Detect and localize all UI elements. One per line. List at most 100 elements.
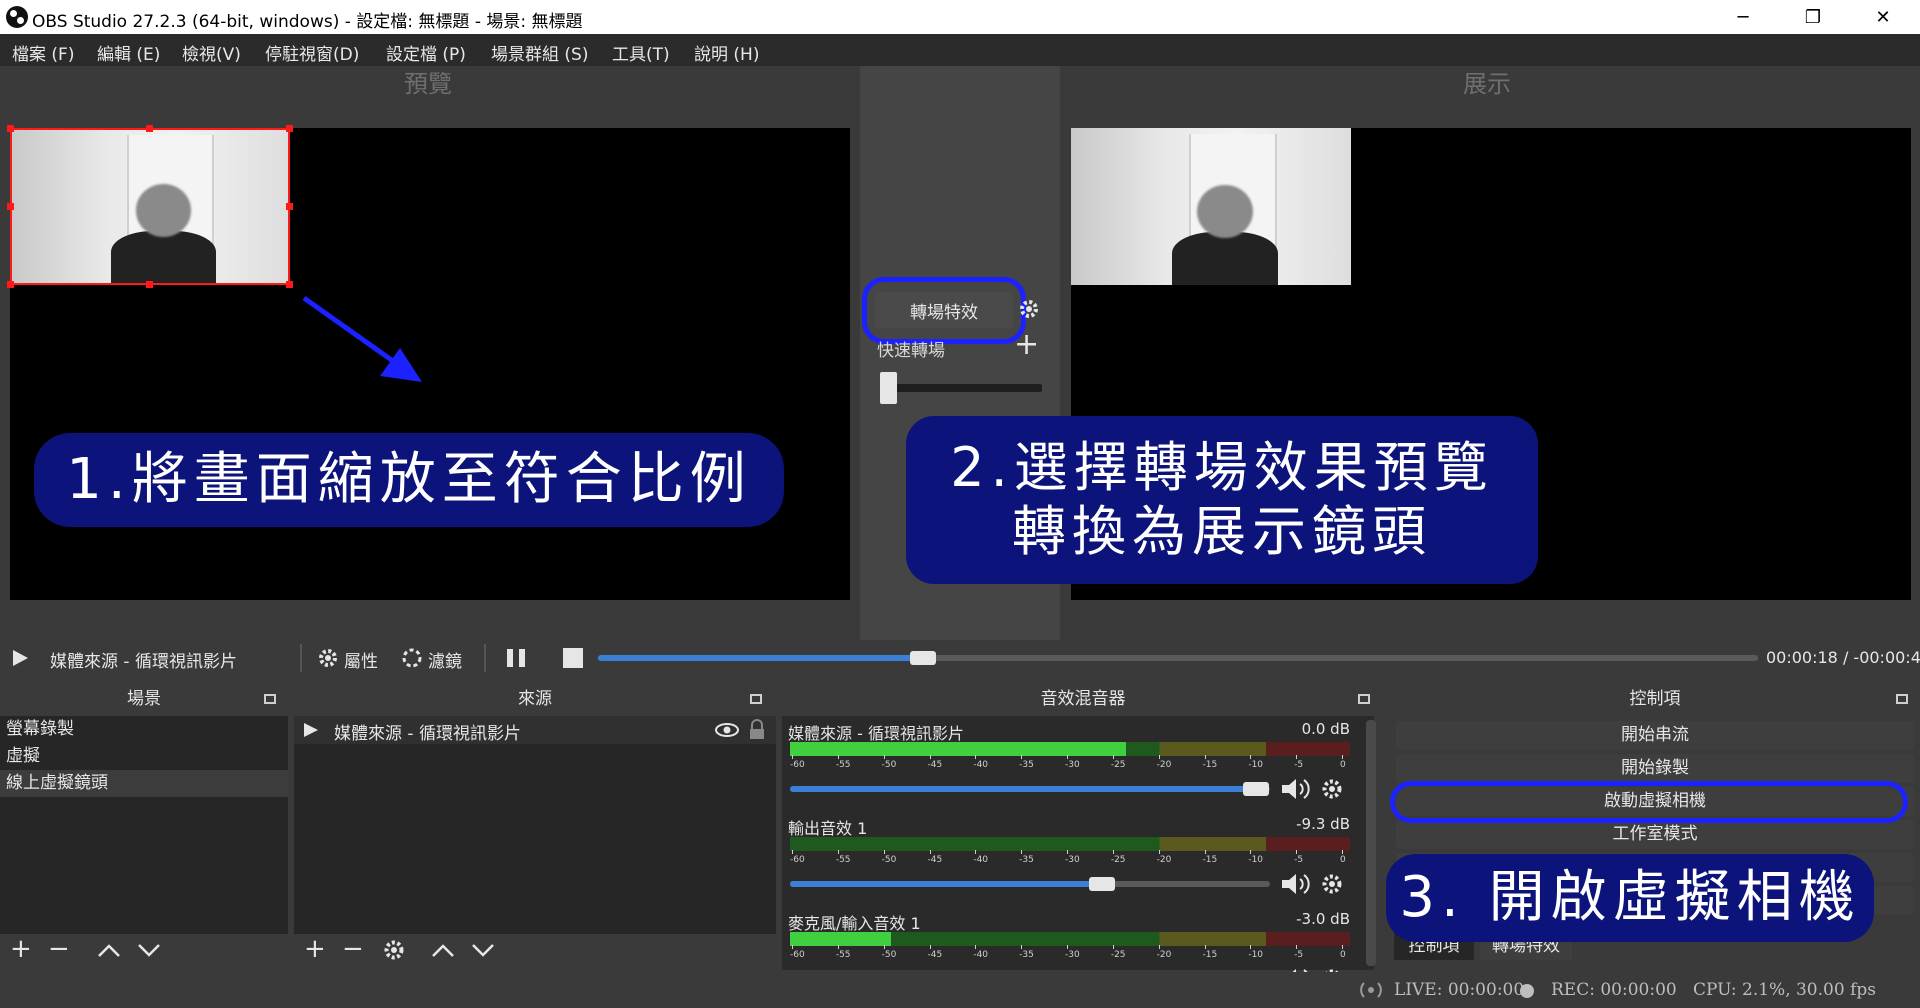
- scene-item-selected[interactable]: 線上虛擬鏡頭: [0, 770, 288, 797]
- db-scale: -60 -55 -50 -45 -40 -35 -30 -25 -20 -15 -10 -5 0: [790, 945, 1350, 962]
- undock-icon[interactable]: [1358, 694, 1370, 704]
- move-down-icon[interactable]: [136, 942, 162, 958]
- remove-source-button[interactable]: −: [342, 934, 364, 964]
- selection-box[interactable]: [10, 128, 290, 285]
- volume-slider-fill: [790, 786, 1256, 792]
- studio-mode-button[interactable]: 工作室模式: [1396, 820, 1914, 849]
- sources-title: 來源: [294, 684, 776, 714]
- menu-profile[interactable]: 設定檔 (P): [386, 40, 466, 65]
- preview-label: 預覽: [404, 70, 452, 98]
- move-down-icon[interactable]: [470, 942, 496, 958]
- db-scale-tick: [1158, 850, 1160, 854]
- db-scale-tick: [883, 850, 885, 854]
- menu-view[interactable]: 檢視(V): [182, 40, 241, 65]
- db-scale-label: -55: [835, 855, 851, 865]
- add-scene-button[interactable]: +: [10, 934, 32, 964]
- menu-help[interactable]: 說明 (H): [694, 40, 759, 65]
- properties-button[interactable]: 屬性: [344, 647, 378, 672]
- start-streaming-button[interactable]: 開始串流: [1396, 721, 1914, 750]
- filter-icon[interactable]: [401, 647, 423, 669]
- volume-slider[interactable]: [790, 786, 1270, 792]
- transition-slider-track[interactable]: [880, 384, 1042, 392]
- db-scale-tick: [1112, 755, 1114, 759]
- add-transition-button[interactable]: +: [1014, 330, 1039, 360]
- undock-icon[interactable]: [264, 694, 276, 704]
- db-scale: -60 -55 -50 -45 -40 -35 -30 -25 -20 -15 -10 -5 0: [790, 850, 1350, 867]
- move-up-icon[interactable]: [96, 942, 122, 958]
- add-source-button[interactable]: +: [304, 934, 326, 964]
- remove-scene-button[interactable]: −: [48, 934, 70, 964]
- start-recording-button[interactable]: 開始錄製: [1396, 754, 1914, 783]
- media-source-name: 媒體來源 - 循環視訊影片: [50, 652, 237, 672]
- resize-handle[interactable]: [286, 125, 293, 132]
- transition-slider-knob[interactable]: [880, 372, 897, 404]
- lock-icon[interactable]: [748, 719, 766, 741]
- resize-handle[interactable]: [7, 125, 14, 132]
- channel-name: 輸出音效 1: [788, 819, 868, 838]
- scene-item[interactable]: 螢幕錄製: [0, 716, 288, 743]
- source-item[interactable]: 媒體來源 - 循環視訊影片: [294, 716, 776, 744]
- gear-icon[interactable]: [1320, 872, 1344, 896]
- resize-handle[interactable]: [286, 281, 293, 288]
- seek-bar[interactable]: [598, 655, 1758, 661]
- close-button[interactable]: ✕: [1848, 0, 1918, 34]
- db-scale-tick: [1021, 850, 1023, 854]
- rec-status: REC: 00:00:00: [1551, 980, 1677, 1000]
- scene-list[interactable]: 螢幕錄製 虛擬 線上虛擬鏡頭: [0, 716, 288, 934]
- restore-button[interactable]: ❐: [1778, 0, 1848, 34]
- db-scale-tick: [929, 850, 931, 854]
- step2-annotation: 2.選擇轉場效果預覽 轉換為展示鏡頭: [906, 416, 1538, 584]
- scenes-title: 場景: [0, 684, 288, 714]
- program-label: 展示: [1463, 70, 1511, 98]
- play-icon[interactable]: [10, 648, 30, 668]
- undock-icon[interactable]: [750, 694, 762, 704]
- db-scale-tick: [1296, 755, 1298, 759]
- seek-handle[interactable]: [909, 651, 936, 665]
- db-scale-tick: [1158, 755, 1160, 759]
- menu-scene-collection[interactable]: 場景群組 (S): [491, 40, 588, 65]
- resize-handle[interactable]: [7, 281, 14, 288]
- gear-icon[interactable]: [317, 647, 339, 669]
- channel-db: -9.3 dB: [1296, 815, 1350, 833]
- minimize-button[interactable]: ─: [1708, 0, 1778, 34]
- mixer-scrollbar[interactable]: [1366, 720, 1376, 966]
- volume-slider-handle[interactable]: [1089, 877, 1115, 891]
- step1-annotation: 1.將畫面縮放至符合比例: [34, 433, 784, 527]
- db-scale-label: -40: [973, 855, 989, 865]
- volume-slider-handle[interactable]: [1242, 782, 1269, 796]
- db-scale: -60 -55 -50 -45 -40 -35 -30 -25 -20 -15 -10 -5 0: [790, 755, 1350, 772]
- gear-icon[interactable]: [1320, 777, 1344, 801]
- db-scale-label: -60: [790, 855, 805, 865]
- undock-icon[interactable]: [1896, 694, 1908, 704]
- resize-handle[interactable]: [146, 125, 153, 132]
- audio-mixer-dock: 音效混音器 媒體來源 - 循環視訊影片 0.0 dB -60 -55 -50 -45-…: [782, 684, 1384, 989]
- resize-handle[interactable]: [7, 203, 14, 210]
- db-scale-tick: [1250, 945, 1252, 949]
- source-list[interactable]: 媒體來源 - 循環視訊影片: [294, 716, 776, 934]
- source-name: 媒體來源 - 循環視訊影片: [334, 724, 521, 744]
- db-scale-tick: [1067, 755, 1068, 759]
- stop-icon[interactable]: [562, 647, 584, 669]
- scene-item[interactable]: 虛擬: [0, 743, 288, 770]
- move-up-icon[interactable]: [430, 942, 456, 958]
- volume-slider[interactable]: [790, 881, 1270, 887]
- filters-button[interactable]: 濾鏡: [428, 647, 462, 672]
- db-scale-tick: [1021, 755, 1023, 759]
- speaker-icon[interactable]: [1280, 871, 1312, 897]
- resize-handle[interactable]: [286, 203, 293, 210]
- transition-name[interactable]: 快速轉場: [877, 336, 945, 358]
- menu-docks[interactable]: 停駐視窗(D): [265, 40, 359, 65]
- gear-icon[interactable]: [1018, 298, 1040, 320]
- resize-handle[interactable]: [146, 281, 153, 288]
- seek-progress: [598, 655, 923, 661]
- menu-tools[interactable]: 工具(T): [612, 40, 670, 65]
- menu-edit[interactable]: 編輯 (E): [97, 40, 160, 65]
- menu-file[interactable]: 檔案 (F): [12, 40, 74, 65]
- record-dot-icon: [1520, 984, 1534, 998]
- visibility-eye-icon[interactable]: [714, 722, 740, 738]
- speaker-icon[interactable]: [1280, 776, 1312, 802]
- gear-icon[interactable]: [382, 938, 406, 962]
- db-scale-tick: [883, 755, 885, 759]
- db-scale-label: -10: [1248, 855, 1264, 865]
- pause-icon[interactable]: [504, 647, 528, 669]
